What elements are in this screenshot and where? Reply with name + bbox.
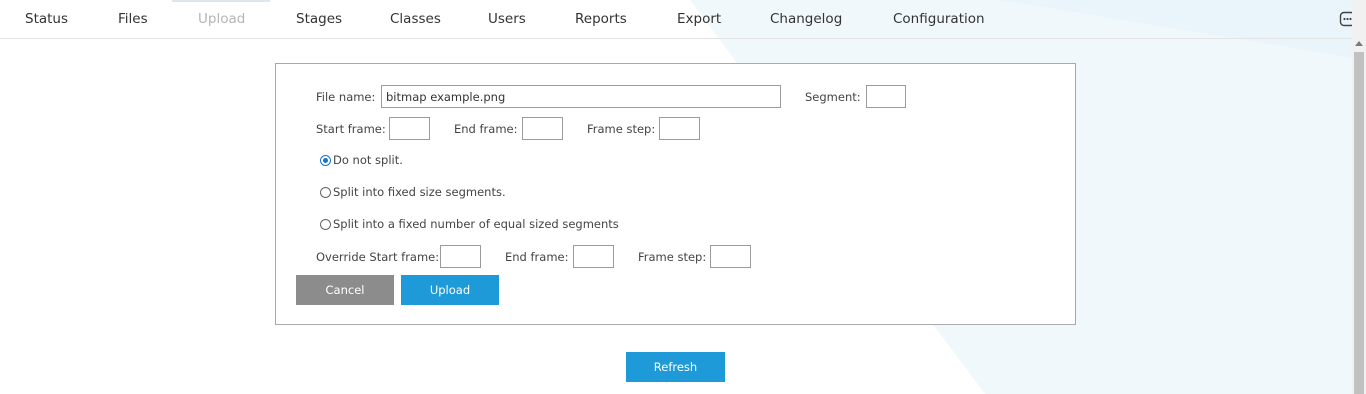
nav-item-reports[interactable]: Reports [575, 11, 627, 27]
vertical-scrollbar[interactable] [1352, 0, 1366, 394]
radio-split-fixed-size-label: Split into fixed size segments. [333, 185, 506, 199]
segment-input[interactable] [866, 85, 906, 108]
start-frame-input[interactable] [389, 117, 430, 140]
start-frame-label: Start frame: [316, 122, 386, 136]
override-end-frame-label: End frame: [505, 250, 569, 264]
radio-split-fixed-number-label: Split into a fixed number of equal sized… [333, 217, 619, 231]
radio-button-checked-icon[interactable] [320, 154, 331, 166]
radio-split-fixed-number[interactable]: Split into a fixed number of equal sized… [320, 217, 619, 231]
nav-item-export[interactable]: Export [677, 11, 721, 27]
cancel-button[interactable]: Cancel [296, 275, 394, 305]
nav-item-stages[interactable]: Stages [296, 11, 342, 27]
frame-step-label: Frame step: [587, 122, 656, 136]
frame-step-input[interactable] [659, 117, 700, 140]
radio-do-not-split-label: Do not split. [333, 153, 403, 167]
nav-item-changelog[interactable]: Changelog [770, 11, 842, 27]
scroll-up-arrow-icon[interactable] [1355, 41, 1363, 46]
radio-button-icon[interactable] [320, 218, 331, 230]
segment-label: Segment: [805, 90, 861, 104]
file-name-label: File name: [316, 90, 376, 104]
radio-button-icon[interactable] [320, 186, 331, 198]
scrollbar-thumb[interactable] [1354, 52, 1364, 394]
override-frame-step-label: Frame step: [638, 250, 707, 264]
override-start-frame-label: Override Start frame: [316, 250, 440, 264]
active-tab-indicator [172, 0, 270, 2]
nav-item-status[interactable]: Status [25, 11, 68, 27]
top-navigation: Status Files Upload Stages Classes Users… [0, 0, 1356, 39]
radio-do-not-split[interactable]: Do not split. [320, 153, 403, 167]
radio-split-fixed-size[interactable]: Split into fixed size segments. [320, 185, 506, 199]
nav-item-upload[interactable]: Upload [198, 11, 245, 27]
end-frame-input[interactable] [522, 117, 563, 140]
upload-button[interactable]: Upload [401, 275, 499, 305]
override-end-frame-input[interactable] [573, 245, 614, 268]
refresh-button[interactable]: Refresh [626, 352, 725, 382]
override-start-frame-input[interactable] [440, 245, 481, 268]
nav-item-files[interactable]: Files [118, 11, 148, 27]
nav-item-users[interactable]: Users [488, 11, 526, 27]
override-frame-step-input[interactable] [710, 245, 751, 268]
nav-item-configuration[interactable]: Configuration [893, 11, 985, 27]
file-name-input[interactable] [381, 85, 781, 108]
nav-item-classes[interactable]: Classes [390, 11, 441, 27]
upload-form-panel: File name: Segment: Start frame: End fra… [275, 63, 1076, 325]
end-frame-label: End frame: [454, 122, 518, 136]
